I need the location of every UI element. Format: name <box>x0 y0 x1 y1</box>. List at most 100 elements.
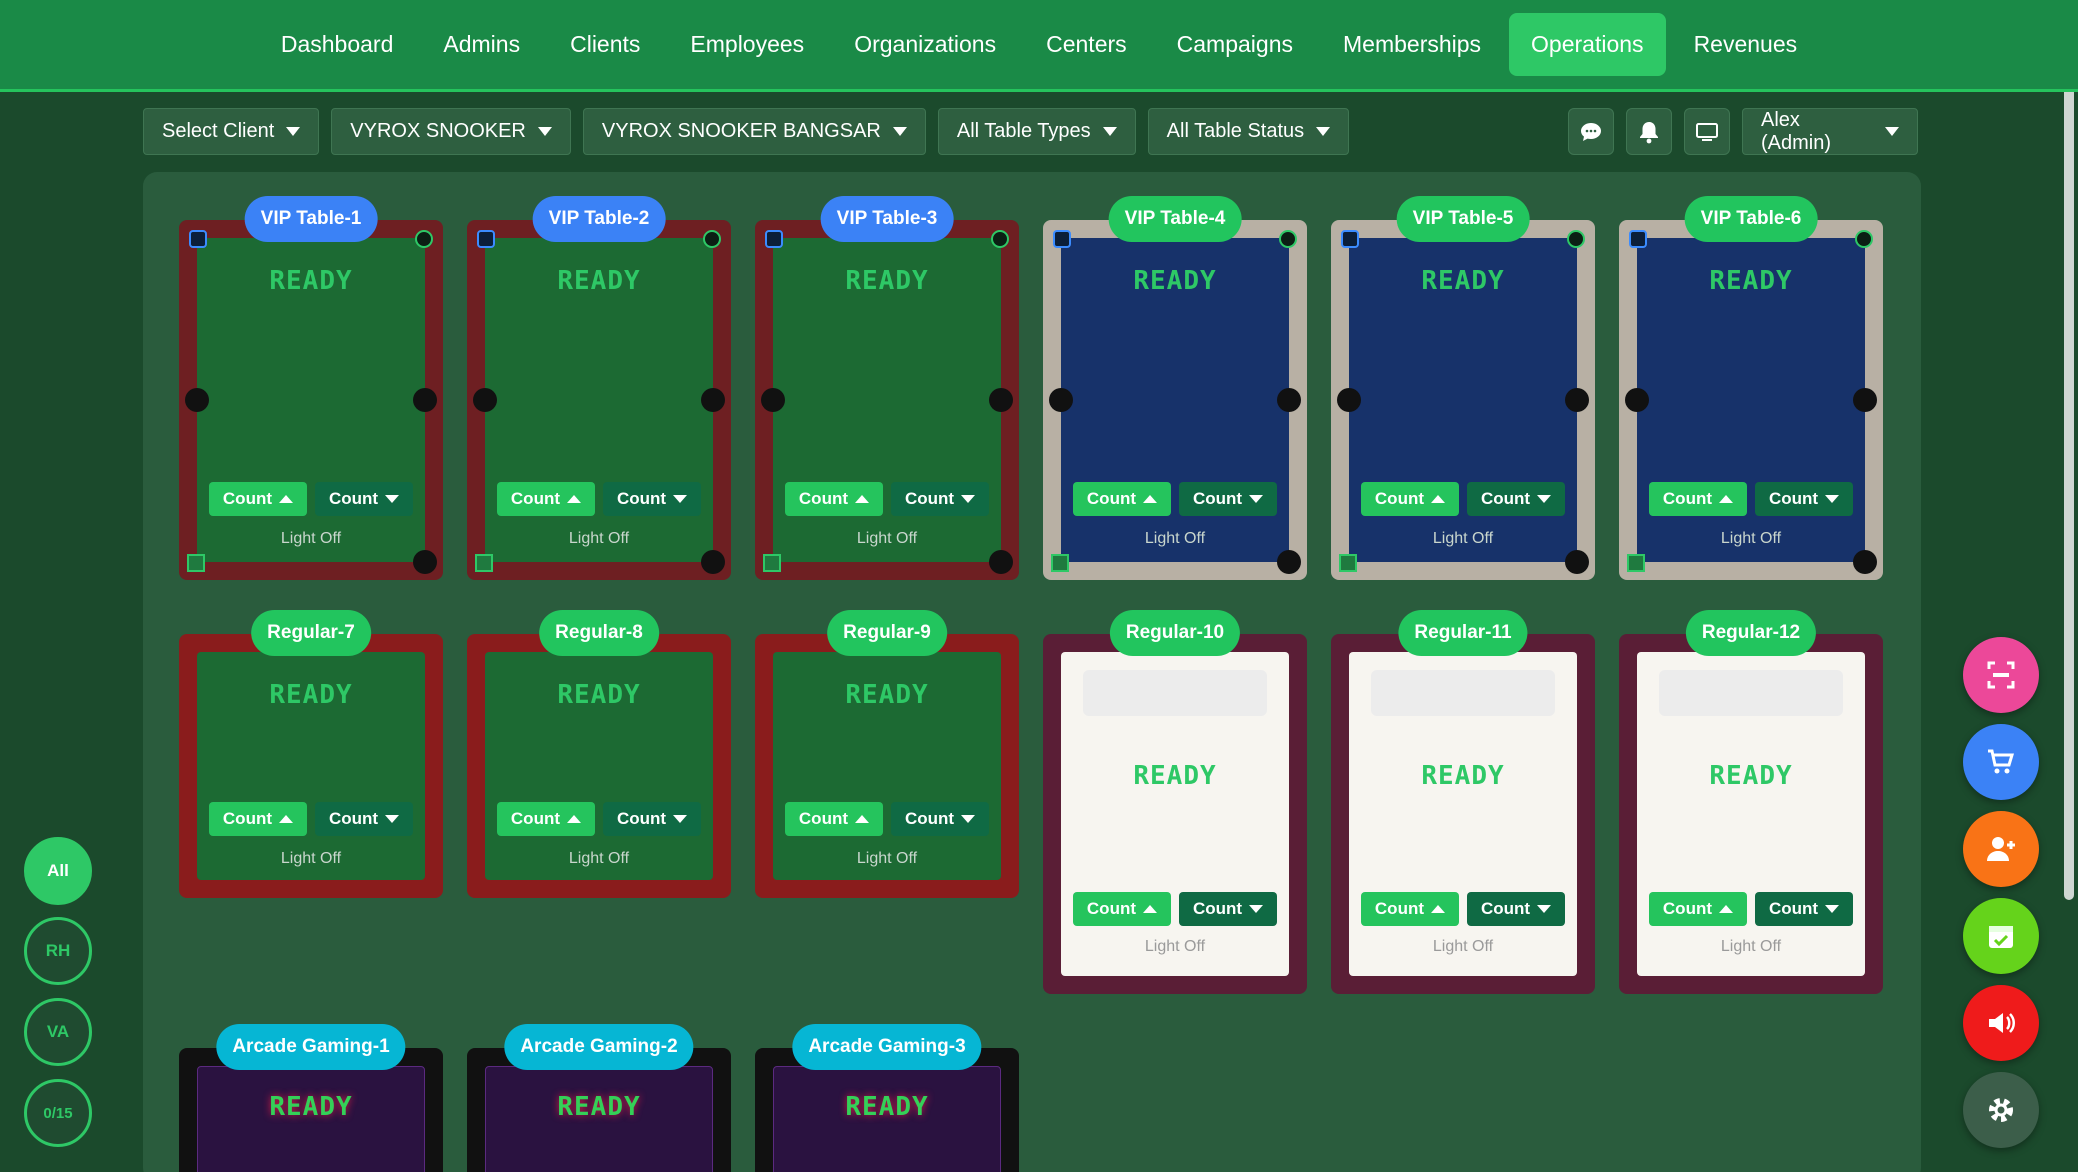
settings-button[interactable] <box>1963 1072 2039 1148</box>
count-down-button[interactable]: Count <box>1179 892 1278 926</box>
qr-icon[interactable] <box>187 554 205 572</box>
calendar-icon[interactable] <box>189 230 207 248</box>
nav-revenues[interactable]: Revenues <box>1672 13 1820 76</box>
table-card[interactable]: VIP Table-4 READY Count Count Light Off <box>1043 196 1307 580</box>
clock-icon[interactable] <box>1567 230 1585 248</box>
table-card[interactable]: Arcade Gaming-3 READY <box>755 1024 1019 1172</box>
scan-button[interactable] <box>1963 637 2039 713</box>
side-filter-rh[interactable]: RH <box>24 917 92 985</box>
calendar-icon[interactable] <box>1629 230 1647 248</box>
nav-operations[interactable]: Operations <box>1509 13 1666 76</box>
table-card[interactable]: VIP Table-1 READY Count Count Light Off <box>179 196 443 580</box>
table-card[interactable]: VIP Table-2 READY Count Count Light Off <box>467 196 731 580</box>
clock-icon[interactable] <box>1855 230 1873 248</box>
table-card[interactable]: Arcade Gaming-2 READY <box>467 1024 731 1172</box>
nav-organizations[interactable]: Organizations <box>832 13 1018 76</box>
count-controls: Count Count <box>1043 892 1307 926</box>
table-card[interactable]: Regular-8 READY Count Count Light Off <box>467 610 731 898</box>
center-select[interactable]: VYROX SNOOKER BANGSAR <box>582 108 926 155</box>
table-name: Regular-8 <box>539 610 659 656</box>
count-up-button[interactable]: Count <box>1072 482 1171 516</box>
table-card[interactable]: VIP Table-6 READY Count Count Light Off <box>1619 196 1883 580</box>
nav-clients[interactable]: Clients <box>548 13 662 76</box>
count-down-label: Count <box>1481 899 1531 918</box>
qr-icon[interactable] <box>1051 554 1069 572</box>
calendar-icon[interactable] <box>1341 230 1359 248</box>
nav-employees[interactable]: Employees <box>668 13 826 76</box>
chat-button[interactable] <box>1568 108 1614 155</box>
table-card[interactable]: VIP Table-5 READY Count Count Light Off <box>1331 196 1595 580</box>
calendar-icon[interactable] <box>477 230 495 248</box>
nav-centers[interactable]: Centers <box>1024 13 1149 76</box>
arrow-down-icon <box>385 815 400 823</box>
user-menu[interactable]: Alex (Admin) <box>1742 108 1918 155</box>
arrow-up-icon <box>1143 905 1157 913</box>
count-controls: Count Count <box>179 802 443 836</box>
organization-select[interactable]: VYROX SNOOKER <box>331 108 571 155</box>
count-up-button[interactable]: Count <box>208 802 307 836</box>
chevron-down-icon <box>286 127 301 136</box>
qr-icon[interactable] <box>1627 554 1645 572</box>
table-status: READY <box>269 680 353 710</box>
nav-campaigns[interactable]: Campaigns <box>1155 13 1315 76</box>
table-card[interactable]: Regular-9 READY Count Count Light Off <box>755 610 1019 898</box>
nav-memberships[interactable]: Memberships <box>1321 13 1503 76</box>
client-select[interactable]: Select Client <box>143 108 320 155</box>
calendar-icon[interactable] <box>1053 230 1071 248</box>
count-up-button[interactable]: Count <box>1648 892 1747 926</box>
count-up-button[interactable]: Count <box>1360 892 1459 926</box>
calendar-icon[interactable] <box>765 230 783 248</box>
qr-icon[interactable] <box>763 554 781 572</box>
count-controls: Count Count <box>1619 892 1883 926</box>
count-up-button[interactable]: Count <box>784 482 883 516</box>
clock-icon[interactable] <box>415 230 433 248</box>
count-up-button[interactable]: Count <box>496 482 595 516</box>
table-card[interactable]: Regular-11 READY Count Count Light Off <box>1331 610 1595 994</box>
clock-icon[interactable] <box>703 230 721 248</box>
count-down-button[interactable]: Count <box>1179 482 1278 516</box>
table-card[interactable]: Regular-10 READY Count Count Light Off <box>1043 610 1307 994</box>
table-status-select[interactable]: All Table Status <box>1147 108 1350 155</box>
count-down-button[interactable]: Count <box>603 482 702 516</box>
count-up-button[interactable]: Count <box>1648 482 1747 516</box>
side-filter-va[interactable]: VA <box>24 998 92 1066</box>
add-user-button[interactable] <box>1963 811 2039 887</box>
display-button[interactable] <box>1684 108 1730 155</box>
count-down-button[interactable]: Count <box>1467 892 1566 926</box>
count-up-label: Count <box>1086 489 1136 508</box>
count-up-button[interactable]: Count <box>1360 482 1459 516</box>
count-up-button[interactable]: Count <box>784 802 883 836</box>
clock-icon[interactable] <box>1279 230 1297 248</box>
cart-button[interactable] <box>1963 724 2039 800</box>
count-down-button[interactable]: Count <box>1755 892 1854 926</box>
announce-button[interactable] <box>1963 985 2039 1061</box>
table-status: READY <box>1709 761 1793 791</box>
notification-button[interactable] <box>1626 108 1672 155</box>
table-type-select[interactable]: All Table Types <box>937 108 1136 155</box>
count-down-button[interactable]: Count <box>891 802 990 836</box>
table-card[interactable]: Regular-12 READY Count Count Light Off <box>1619 610 1883 994</box>
vertical-scrollbar[interactable] <box>2064 0 2074 900</box>
count-down-button[interactable]: Count <box>1755 482 1854 516</box>
table-name: Regular-9 <box>827 610 947 656</box>
side-filter-all[interactable]: All <box>24 837 92 905</box>
count-up-button[interactable]: Count <box>496 802 595 836</box>
calendar-button[interactable] <box>1963 898 2039 974</box>
table-card[interactable]: VIP Table-3 READY Count Count Light Off <box>755 196 1019 580</box>
nav-admins[interactable]: Admins <box>421 13 542 76</box>
count-up-button[interactable]: Count <box>1072 892 1171 926</box>
count-up-button[interactable]: Count <box>208 482 307 516</box>
table-card[interactable]: Regular-7 READY Count Count Light Off <box>179 610 443 898</box>
qr-icon[interactable] <box>1339 554 1357 572</box>
count-down-button[interactable]: Count <box>315 482 414 516</box>
side-filter-count[interactable]: 0/15 <box>24 1079 92 1147</box>
count-down-button[interactable]: Count <box>1467 482 1566 516</box>
count-down-button[interactable]: Count <box>315 802 414 836</box>
nav-dashboard[interactable]: Dashboard <box>259 13 416 76</box>
clock-icon[interactable] <box>991 230 1009 248</box>
table-name: Regular-10 <box>1109 610 1241 656</box>
count-down-button[interactable]: Count <box>891 482 990 516</box>
qr-icon[interactable] <box>475 554 493 572</box>
count-down-button[interactable]: Count <box>603 802 702 836</box>
table-card[interactable]: Arcade Gaming-1 READY <box>179 1024 443 1172</box>
